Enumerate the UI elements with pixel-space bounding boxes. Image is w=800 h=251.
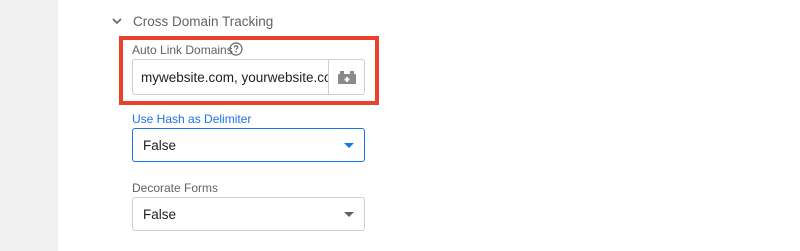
decorate-forms-select[interactable]: False — [132, 197, 365, 231]
use-hash-selected-value: False — [143, 137, 177, 153]
use-hash-select[interactable]: False — [132, 128, 365, 162]
decorate-forms-selected-value: False — [143, 206, 177, 222]
dropdown-caret-icon — [344, 143, 354, 148]
decorate-forms-label: Decorate Forms — [132, 181, 219, 195]
chevron-down-icon[interactable] — [111, 15, 123, 27]
use-hash-label: Use Hash as Delimiter — [132, 112, 252, 126]
section-title: Cross Domain Tracking — [133, 13, 274, 29]
dropdown-caret-icon — [344, 212, 354, 217]
section-header-cross-domain[interactable]: Cross Domain Tracking — [111, 12, 273, 30]
highlight-annotation-box — [119, 36, 379, 105]
